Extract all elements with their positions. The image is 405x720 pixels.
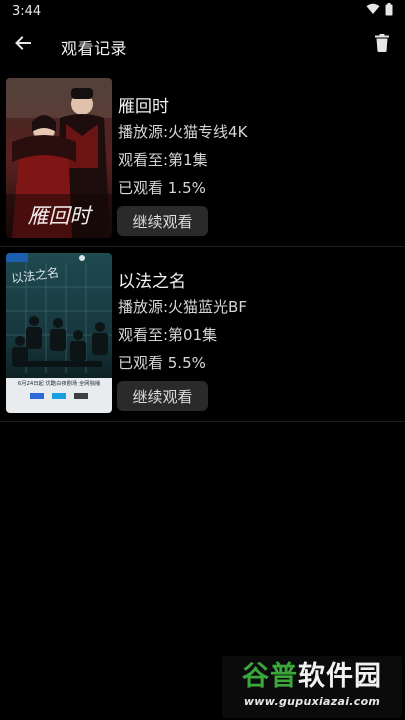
battery-icon [385,2,393,20]
status-time: 3:44 [12,3,42,19]
item-title: 以法之名 [118,272,186,292]
back-button[interactable] [10,32,36,58]
history-item[interactable]: 雁回时 雁回时 播放源:火猫专线4K 观看至:第1集 已观看 1.5% 继续观看 [0,72,405,247]
watermark-green-text: 谷普 [242,661,298,692]
item-episode: 观看至:第01集 [118,326,218,344]
poster-date-text: 6月24日起 优酷白夜剧场 全网独播 [18,379,101,387]
history-list: 雁回时 雁回时 播放源:火猫专线4K 观看至:第1集 已观看 1.5% 继续观看 [0,72,405,422]
wifi-icon [366,3,380,19]
watermark-url: www.gupuxiazai.com [243,695,381,708]
item-progress: 已观看 5.5% [118,354,206,372]
site-watermark: 谷普软件园 www.gupuxiazai.com [222,656,402,718]
item-progress: 已观看 1.5% [118,179,206,197]
app-bar: 观看记录 [0,22,405,68]
poster-title-text: 雁回时 [28,204,94,228]
continue-watching-button[interactable]: 继续观看 [117,206,208,236]
poster-image[interactable]: 以法之名 6月24日起 优酷白夜剧场 全网独播 [6,253,112,413]
watermark-white-text: 软件园 [298,661,382,692]
delete-history-button[interactable] [371,32,393,58]
item-title: 雁回时 [118,97,169,117]
status-bar: 3:44 [0,0,405,22]
item-source: 播放源:火猫蓝光BF [118,298,247,316]
poster-image[interactable]: 雁回时 [6,78,112,238]
item-source: 播放源:火猫专线4K [118,123,248,141]
watermark-logo: 谷普软件园 [222,659,402,695]
status-icons [366,2,393,20]
history-item[interactable]: 以法之名 6月24日起 优酷白夜剧场 全网独播 以法之名 播放源:火猫蓝光BF … [0,247,405,422]
continue-watching-button[interactable]: 继续观看 [117,381,208,411]
arrow-left-icon [14,34,32,56]
item-episode: 观看至:第1集 [118,151,208,169]
trash-icon [375,34,389,56]
page-title: 观看记录 [61,39,128,58]
